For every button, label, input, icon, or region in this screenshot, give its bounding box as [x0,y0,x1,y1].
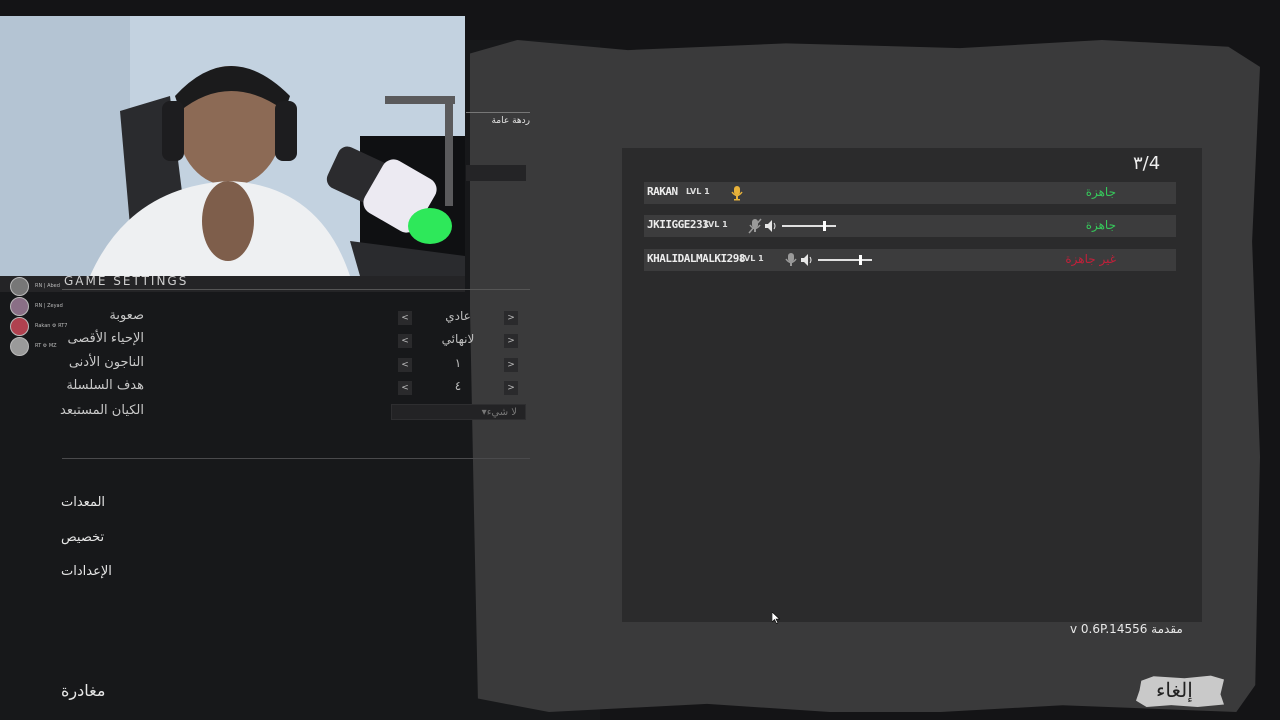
setting-label: الكيان المستبعد [60,403,144,418]
cancel-button-label[interactable]: إلغاء [1156,678,1193,702]
webcam-illustration [0,16,465,276]
viewer-name: RN | Abed [35,283,60,289]
tab-underline [466,112,530,113]
microphone-muted-icon[interactable] [748,218,762,234]
speaker-icon[interactable] [800,253,812,267]
volume-slider-knob[interactable] [823,221,826,231]
menu-customize[interactable]: تخصيص [61,530,104,545]
divider [62,458,530,459]
viewer-row: RN | Abed [10,276,67,296]
viewer-row: RN | Zeyad [10,296,67,316]
arrow-left-button[interactable]: < [398,334,412,348]
setting-label: الناجون الأدنى [68,355,144,370]
player-row: KHALIDALMALKI298 LVL 1 غير جاهزة [644,249,1176,271]
player-level: LVL 1 [704,220,728,229]
player-row: JKIIGGE233 LVL 1 جاهزة [644,215,1176,237]
setting-label: صعوبة [109,308,144,323]
arrow-right-button[interactable]: > [504,311,518,325]
mouse-cursor-icon [772,612,780,624]
setting-label: الإحياء الأقصى [67,331,144,346]
speaker-icon[interactable] [764,219,776,233]
viewer-row: Rakan ⚙ RT7 [10,316,67,336]
viewer-name: RN | Zeyad [35,303,63,309]
section-underline [62,289,530,290]
volume-slider[interactable] [782,221,836,231]
avatar [10,336,29,356]
viewer-name: Rakan ⚙ RT7 [35,323,68,329]
volume-slider-knob[interactable] [859,255,862,265]
menu-settings[interactable]: الإعدادات [61,564,112,579]
panel-strip [466,165,526,181]
player-status: غير جاهزة [1065,252,1116,266]
webcam-overlay [0,16,465,276]
exit-button[interactable]: مغادرة [61,681,105,700]
avatar [10,296,29,316]
player-name: KHALIDALMALKI298 [647,252,745,265]
dropdown-value: لا شيء [486,407,517,418]
avatar [10,276,29,296]
volume-slider[interactable] [818,255,872,265]
setting-min-survivors: الناجون الأدنى < ١ > [64,355,530,375]
player-name: JKIIGGE233 [647,218,709,231]
arrow-left-button[interactable]: < [398,381,412,395]
arrow-right-button[interactable]: > [504,358,518,372]
setting-value: عادي [445,309,471,323]
excluded-entity-dropdown[interactable]: ▾لا شيء [391,404,526,420]
arrow-right-button[interactable]: > [504,381,518,395]
player-level: LVL 1 [686,187,710,196]
microphone-icon[interactable] [730,185,744,201]
viewer-row: RT ⚙ MZ [10,336,67,356]
setting-value: لانهائي [441,332,475,346]
arrow-left-button[interactable]: < [398,311,412,325]
viewer-name: RT ⚙ MZ [35,343,57,349]
setting-chain-goal: هدف السلسلة < ٤ > [64,378,530,398]
microphone-icon[interactable] [784,252,798,268]
stream-viewers: RN | Abed RN | Zeyad Rakan ⚙ RT7 RT ⚙ MZ [10,276,67,356]
player-status: جاهزة [1085,185,1116,199]
menu-equipment[interactable]: المعدات [61,495,105,510]
arrow-right-button[interactable]: > [504,334,518,348]
player-status: جاهزة [1085,218,1116,232]
player-name: RAKAN [647,185,678,198]
arrow-left-button[interactable]: < [398,358,412,372]
player-count: ٣/4 [1133,153,1161,174]
player-level: LVL 1 [740,254,764,263]
version-label: v 0.6P.14556 مقدمة [1070,622,1183,636]
setting-value: ٤ [454,379,462,393]
setting-label: هدف السلسلة [66,378,144,393]
avatar [10,316,29,336]
player-row: RAKAN LVL 1 جاهزة [644,182,1176,204]
setting-value: ١ [454,356,462,370]
game-settings-title: GAME SETTINGS [64,274,189,288]
tab-public-lobby[interactable]: ردهة عامة [466,116,530,126]
setting-max-revives: الإحياء الأقصى < لانهائي > [64,331,530,351]
setting-difficulty: صعوبة < عادي > [64,308,530,328]
